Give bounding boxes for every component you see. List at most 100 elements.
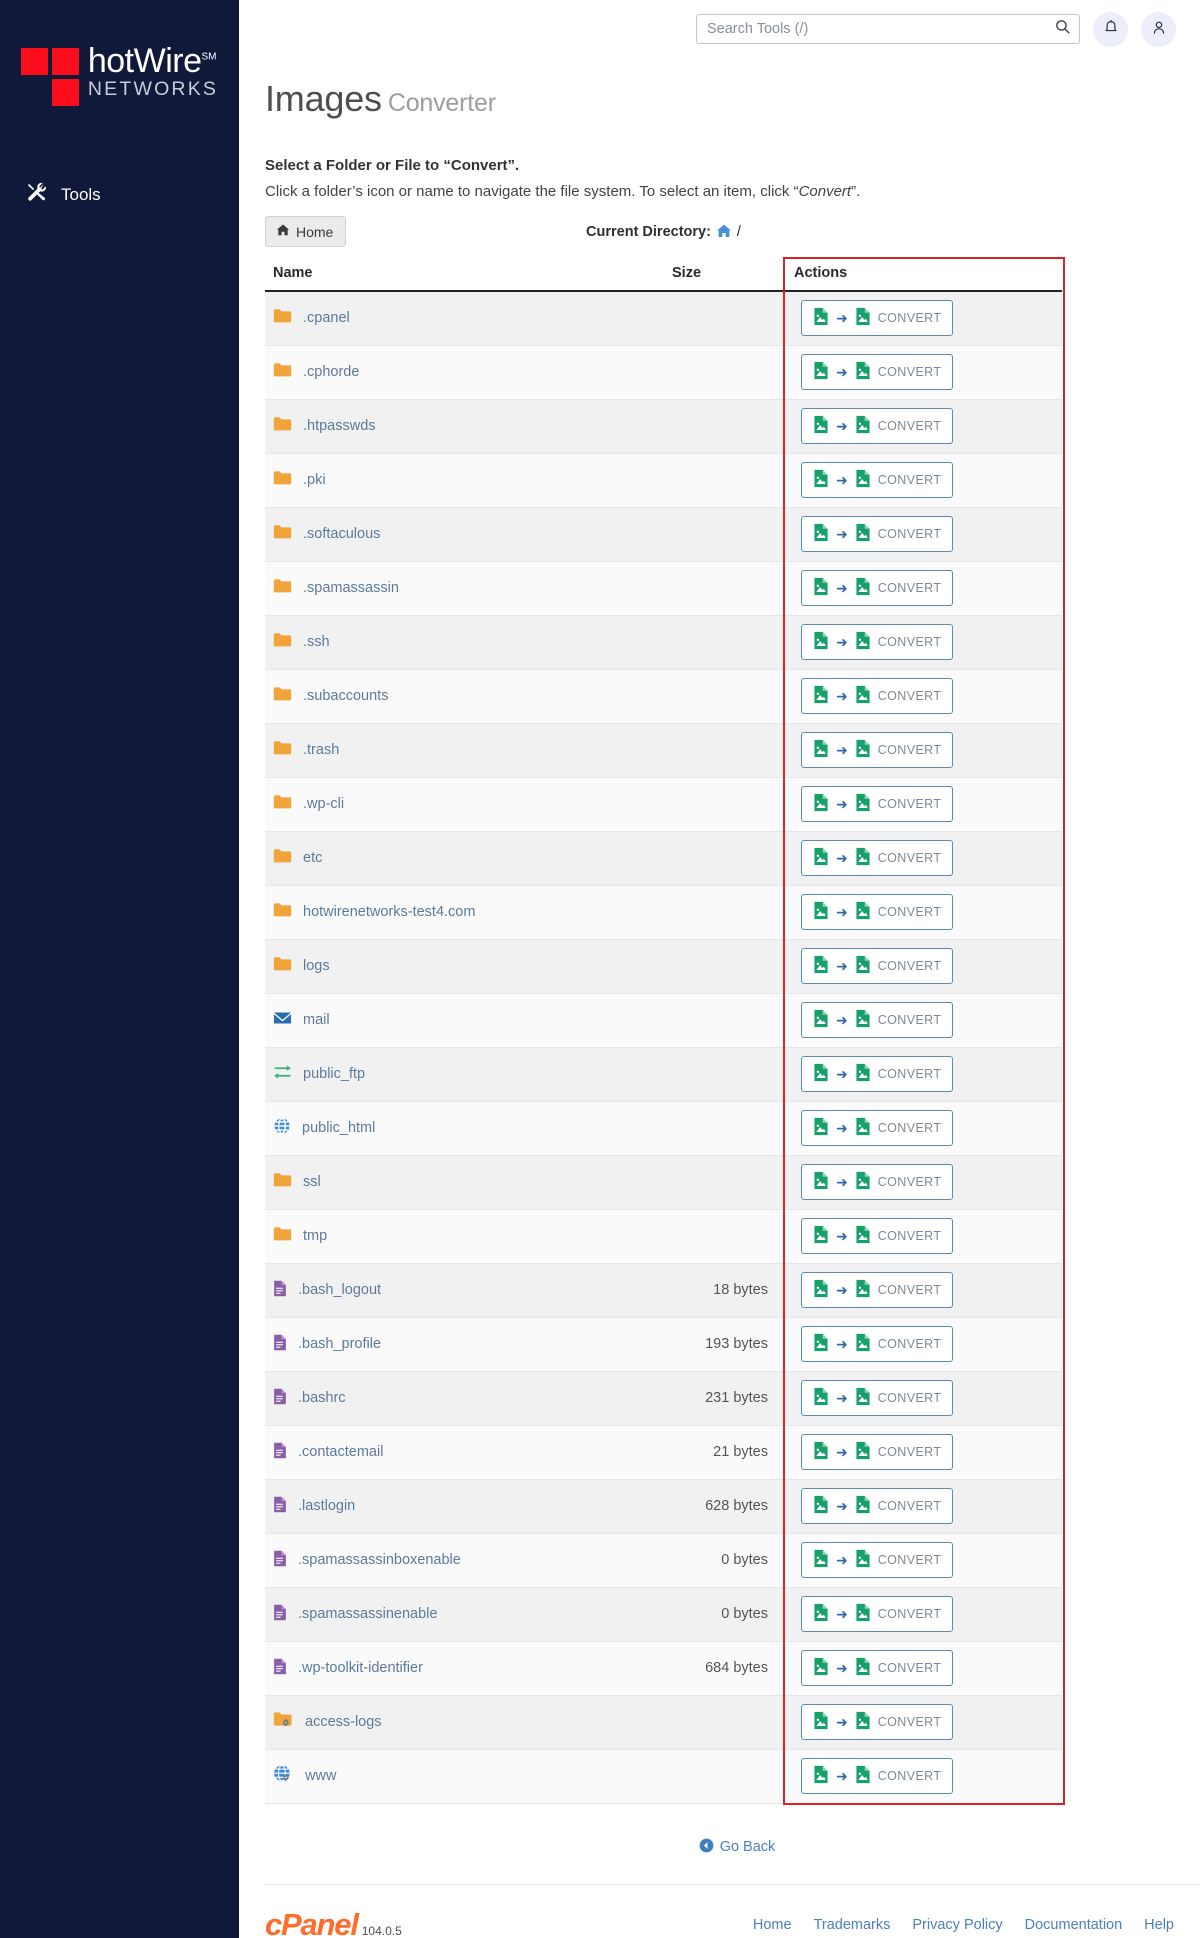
convert-button[interactable]: ➜ CONVERT — [801, 1110, 954, 1146]
file-name-link[interactable]: .cpanel — [303, 310, 350, 326]
convert-button[interactable]: ➜ CONVERT — [801, 894, 954, 930]
convert-button[interactable]: ➜ CONVERT — [801, 516, 954, 552]
folder-icon[interactable] — [273, 686, 292, 706]
search-input[interactable] — [696, 14, 1080, 44]
file-icon[interactable] — [273, 1388, 287, 1409]
convert-button[interactable]: ➜ CONVERT — [801, 1758, 954, 1794]
file-name-link[interactable]: .htpasswds — [303, 418, 376, 434]
folder-icon[interactable] — [273, 524, 292, 544]
convert-button[interactable]: ➜ CONVERT — [801, 1596, 954, 1632]
file-icon[interactable] — [273, 1496, 287, 1517]
folder-icon[interactable] — [273, 902, 292, 922]
footer-link[interactable]: Help — [1144, 1917, 1174, 1933]
file-name-link[interactable]: .spamassassinenable — [298, 1606, 437, 1622]
file-name-link[interactable]: .pki — [303, 472, 326, 488]
home-icon[interactable] — [716, 223, 732, 241]
convert-button[interactable]: ➜ CONVERT — [801, 786, 954, 822]
convert-button[interactable]: ➜ CONVERT — [801, 462, 954, 498]
column-header-name[interactable]: Name — [265, 259, 664, 292]
convert-button[interactable]: ➜ CONVERT — [801, 1650, 954, 1686]
file-name-link[interactable]: .spamassassin — [303, 580, 399, 596]
convert-button[interactable]: ➜ CONVERT — [801, 1434, 954, 1470]
file-name-link[interactable]: .subaccounts — [303, 688, 388, 704]
file-name-link[interactable]: public_html — [302, 1120, 375, 1136]
convert-button[interactable]: ➜ CONVERT — [801, 300, 954, 337]
folder-icon[interactable] — [273, 1172, 292, 1192]
folder-icon[interactable] — [273, 632, 292, 652]
file-icon[interactable] — [273, 1604, 287, 1625]
file-name-link[interactable]: .trash — [303, 742, 339, 758]
convert-button[interactable]: ➜ CONVERT — [801, 408, 954, 444]
brand-logo[interactable]: hotWireSM NETWORKS — [0, 38, 239, 106]
file-name-link[interactable]: www — [305, 1768, 336, 1784]
home-button[interactable]: Home — [265, 216, 347, 247]
file-name-link[interactable]: access-logs — [305, 1714, 382, 1730]
convert-button[interactable]: ➜ CONVERT — [801, 678, 954, 714]
convert-button[interactable]: ➜ CONVERT — [801, 1164, 954, 1200]
convert-button[interactable]: ➜ CONVERT — [801, 1056, 954, 1092]
globe-icon[interactable] — [273, 1117, 291, 1139]
footer-link[interactable]: Home — [753, 1917, 792, 1933]
footer-link[interactable]: Trademarks — [814, 1917, 891, 1933]
notifications-button[interactable] — [1093, 11, 1128, 47]
footer-link[interactable]: Documentation — [1025, 1917, 1123, 1933]
convert-button[interactable]: ➜ CONVERT — [801, 1704, 954, 1740]
convert-button[interactable]: ➜ CONVERT — [801, 732, 954, 768]
go-back-link[interactable]: Go Back — [699, 1838, 775, 1857]
file-name-link[interactable]: .bashrc — [298, 1390, 346, 1406]
file-name-link[interactable]: .contactemail — [298, 1444, 383, 1460]
file-name-link[interactable]: .lastlogin — [298, 1498, 355, 1514]
file-icon[interactable] — [273, 1280, 287, 1301]
convert-button[interactable]: ➜ CONVERT — [801, 1218, 954, 1254]
file-name-link[interactable]: hotwirenetworks-test4.com — [303, 904, 475, 920]
file-name-link[interactable]: .spamassassinboxenable — [298, 1552, 461, 1568]
file-name-link[interactable]: .wp-cli — [303, 796, 344, 812]
exchange-icon[interactable] — [273, 1064, 292, 1084]
globe-link-icon[interactable] — [273, 1764, 294, 1788]
folder-icon[interactable] — [273, 848, 292, 868]
file-name-link[interactable]: tmp — [303, 1228, 327, 1244]
file-name-link[interactable]: .softaculous — [303, 526, 380, 542]
convert-button[interactable]: ➜ CONVERT — [801, 1326, 954, 1362]
folder-icon[interactable] — [273, 578, 292, 598]
folder-icon[interactable] — [273, 470, 292, 490]
folder-icon[interactable] — [273, 362, 292, 382]
convert-button[interactable]: ➜ CONVERT — [801, 354, 954, 390]
folder-icon[interactable] — [273, 740, 292, 760]
table-row: .trash ➜ CONVERT — [265, 723, 1062, 778]
convert-button[interactable]: ➜ CONVERT — [801, 840, 954, 876]
convert-button[interactable]: ➜ CONVERT — [801, 624, 954, 660]
convert-button[interactable]: ➜ CONVERT — [801, 570, 954, 606]
file-name-link[interactable]: .bash_logout — [298, 1282, 381, 1298]
convert-button[interactable]: ➜ CONVERT — [801, 1272, 954, 1308]
folder-link-icon[interactable] — [273, 1711, 294, 1733]
file-name-link[interactable]: ssl — [303, 1174, 321, 1190]
convert-button[interactable]: ➜ CONVERT — [801, 1002, 954, 1038]
folder-icon[interactable] — [273, 1226, 292, 1246]
file-icon[interactable] — [273, 1658, 287, 1679]
file-icon[interactable] — [273, 1550, 287, 1571]
folder-icon[interactable] — [273, 956, 292, 976]
file-name-link[interactable]: .wp-toolkit-identifier — [298, 1660, 423, 1676]
convert-button[interactable]: ➜ CONVERT — [801, 1380, 954, 1416]
file-icon[interactable] — [273, 1442, 287, 1463]
sidebar-item-tools[interactable]: Tools — [0, 168, 239, 222]
column-header-size[interactable]: Size — [664, 259, 786, 292]
footer-link[interactable]: Privacy Policy — [912, 1917, 1002, 1933]
file-name-link[interactable]: mail — [303, 1012, 330, 1028]
convert-button[interactable]: ➜ CONVERT — [801, 1488, 954, 1524]
envelope-icon[interactable] — [273, 1010, 292, 1030]
file-name-link[interactable]: etc — [303, 850, 322, 866]
file-name-link[interactable]: public_ftp — [303, 1066, 365, 1082]
account-button[interactable] — [1141, 11, 1176, 47]
file-name-link[interactable]: .ssh — [303, 634, 330, 650]
file-icon[interactable] — [273, 1334, 287, 1355]
file-name-link[interactable]: .cphorde — [303, 364, 359, 380]
convert-button[interactable]: ➜ CONVERT — [801, 948, 954, 984]
convert-button[interactable]: ➜ CONVERT — [801, 1542, 954, 1578]
folder-icon[interactable] — [273, 416, 292, 436]
file-name-link[interactable]: .bash_profile — [298, 1336, 381, 1352]
folder-icon[interactable] — [273, 308, 292, 328]
folder-icon[interactable] — [273, 794, 292, 814]
file-name-link[interactable]: logs — [303, 958, 330, 974]
